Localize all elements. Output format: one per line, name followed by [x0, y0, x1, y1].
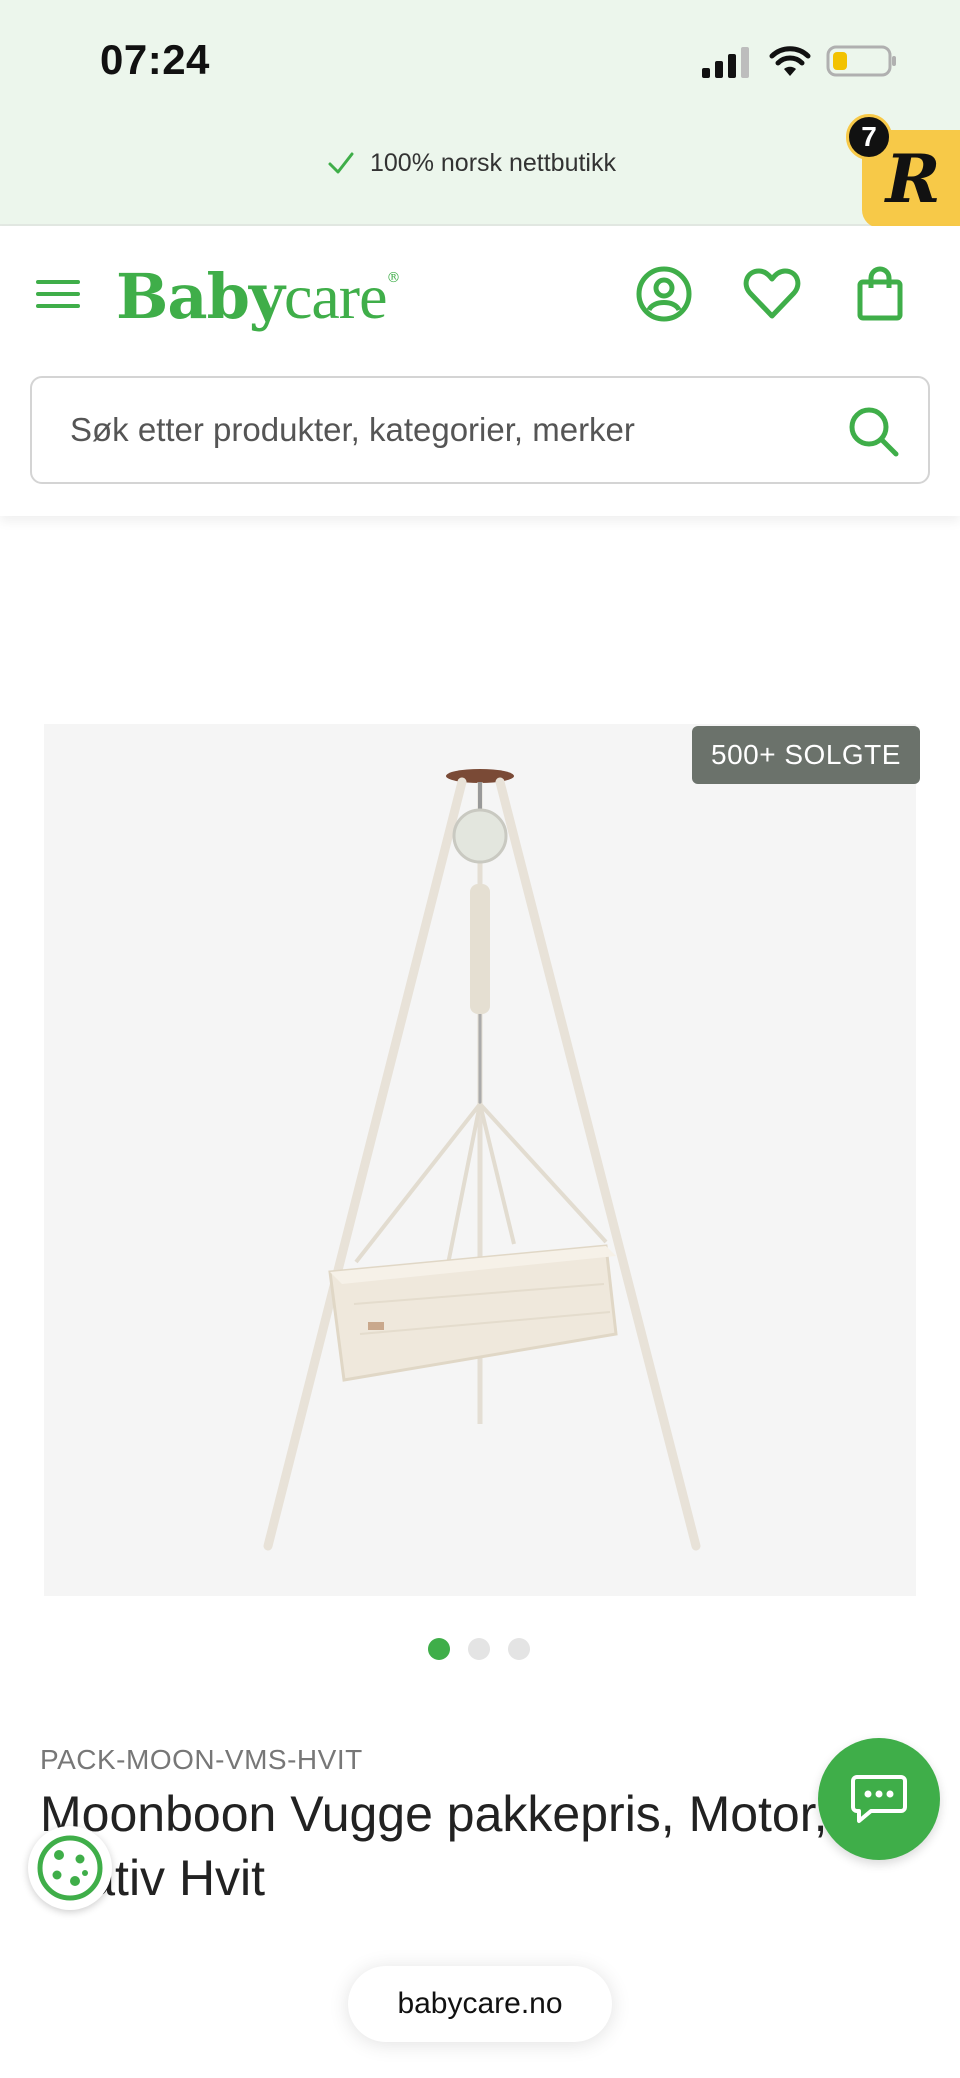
search-box: [30, 376, 930, 484]
carousel-dot-1[interactable]: [428, 1638, 450, 1660]
cradle-illustration: [263, 769, 701, 1551]
promo-text: 100% norsk nettbutikk: [370, 148, 616, 177]
status-bar: 07:24: [0, 0, 960, 128]
sold-count-badge: 500+ SOLGTE: [692, 726, 920, 784]
carousel-dot-2[interactable]: [468, 1638, 490, 1660]
account-icon[interactable]: [634, 264, 694, 324]
wifi-icon: [769, 46, 811, 76]
carousel-dot-3[interactable]: [508, 1638, 530, 1660]
product-image[interactable]: [44, 724, 916, 1596]
cookie-icon: [37, 1835, 103, 1901]
product-title: Moonboon Vugge pakkepris, Motor, Stativ …: [40, 1786, 828, 1906]
cellular-signal-icon: [702, 47, 749, 78]
logo-light: care: [283, 261, 388, 332]
rewards-logo: R: [885, 140, 941, 218]
status-time: 07:24: [100, 36, 210, 83]
product-sku: PACK-MOON-VMS-HVIT: [40, 1744, 363, 1775]
chat-icon: [851, 1775, 907, 1823]
heart-icon[interactable]: [742, 264, 802, 324]
chat-button[interactable]: [818, 1738, 940, 1860]
menu-icon[interactable]: [34, 274, 82, 314]
babycare-logo[interactable]: Babycare®: [116, 260, 400, 334]
search-input[interactable]: [70, 378, 830, 482]
logo-bold: Baby: [116, 260, 285, 333]
browser-url-bar[interactable]: babycare.no: [348, 1966, 612, 2042]
cookie-settings-button[interactable]: [28, 1826, 112, 1910]
battery-icon: [826, 45, 896, 77]
check-icon: [328, 152, 354, 174]
logo-mark: ®: [386, 270, 400, 286]
promo-bar: 100% norsk nettbutikk: [0, 128, 960, 226]
carousel-dots: [428, 1638, 530, 1660]
search-icon[interactable]: [846, 404, 900, 458]
rewards-count-badge: 7: [846, 114, 892, 160]
bag-icon[interactable]: [850, 264, 910, 324]
